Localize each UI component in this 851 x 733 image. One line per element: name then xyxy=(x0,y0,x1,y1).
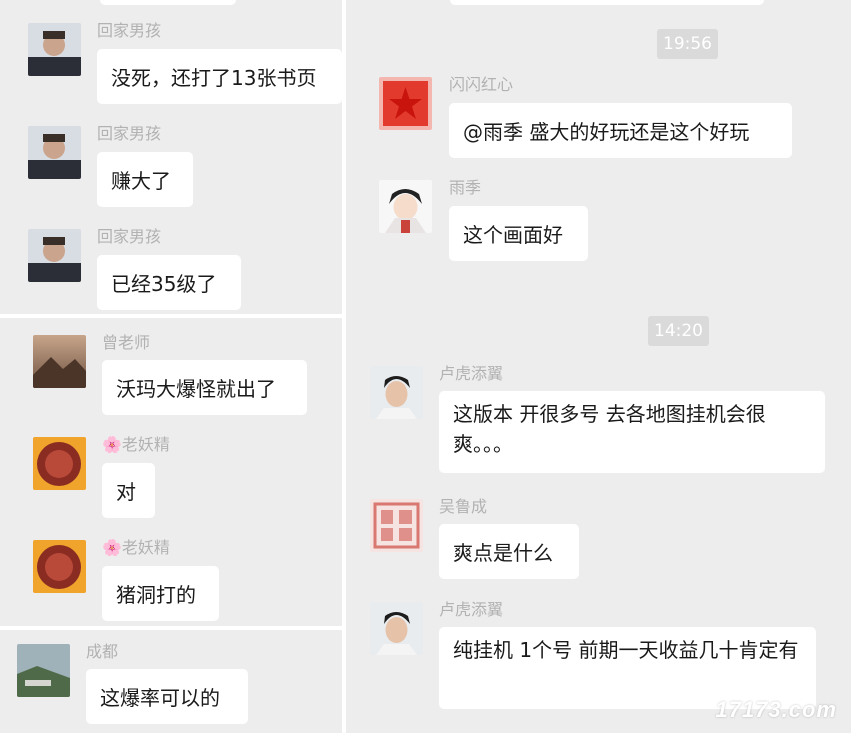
sender-name: 雨季 xyxy=(449,178,482,197)
sender-name: 回家男孩 xyxy=(97,227,162,246)
avatar-chengdu[interactable] xyxy=(17,644,70,697)
message-bubble[interactable]: 已经35级了 xyxy=(97,255,241,310)
sender-name: 曾老师 xyxy=(102,333,151,352)
avatar-huijianan[interactable] xyxy=(28,229,81,282)
avatar-laoyaojing[interactable] xyxy=(33,540,86,593)
chat-panel-right: 19:56 闪闪红心 @雨季 盛大的好玩还是这个好玩 雨季 这个画面好 14:2… xyxy=(346,0,851,733)
timestamp-chip: 19:56 xyxy=(657,29,718,59)
message-bubble[interactable]: 对 xyxy=(102,463,155,518)
message-bubble[interactable]: 爽点是什么 xyxy=(439,524,579,579)
chat-panel-left-middle: 曾老师 沃玛大爆怪就出了 🌸老妖精 对 🌸老妖精 猪洞打的 xyxy=(0,318,342,626)
message-bubble[interactable]: 猪洞打的 xyxy=(102,566,219,621)
message-bubble[interactable]: 这个画面好 xyxy=(449,206,588,261)
message-bubble[interactable]: @雨季 盛大的好玩还是这个好玩 xyxy=(449,103,792,158)
message-bubble[interactable]: 赚大了 xyxy=(97,152,193,207)
chat-panel-left-top: 回家男孩 没死，还打了13张书页 回家男孩 赚大了 回家男孩 已经35级了 xyxy=(0,0,342,314)
sender-name: 卢虎添翼 xyxy=(439,364,504,383)
sender-name: 回家男孩 xyxy=(97,21,162,40)
avatar-luhutianyi[interactable] xyxy=(370,366,423,419)
avatar-shanshanhongxin[interactable] xyxy=(379,77,432,130)
sender-name: 🌸老妖精 xyxy=(102,435,170,454)
avatar-laoyaojing[interactable] xyxy=(33,437,86,490)
avatar-yuji[interactable] xyxy=(379,180,432,233)
watermark-logo: 17173.com xyxy=(715,697,837,722)
message-bubble[interactable]: 这爆率可以的 xyxy=(86,669,248,724)
sender-name: 卢虎添翼 xyxy=(439,600,504,619)
sender-name: 成都 xyxy=(86,642,119,661)
sender-name: 闪闪红心 xyxy=(449,75,514,94)
message-bubble[interactable]: 沃玛大爆怪就出了 xyxy=(102,360,307,415)
message-bubble[interactable]: 这版本 开很多号 去各地图挂机会很爽。。。 xyxy=(439,391,825,473)
sender-name: 吴鲁成 xyxy=(439,497,488,516)
timestamp-chip: 14:20 xyxy=(648,316,709,346)
sender-name: 🌸老妖精 xyxy=(102,538,170,557)
previous-bubble-stub xyxy=(450,0,764,5)
sender-name: 回家男孩 xyxy=(97,124,162,143)
avatar-wuluncheng[interactable] xyxy=(370,499,423,552)
avatar-zenglaoshi[interactable] xyxy=(33,335,86,388)
avatar-huijianan[interactable] xyxy=(28,23,81,76)
avatar-huijianan[interactable] xyxy=(28,126,81,179)
message-bubble[interactable]: 没死，还打了13张书页 xyxy=(97,49,342,104)
previous-bubble-stub xyxy=(100,0,236,5)
chat-panel-left-bottom: 成都 这爆率可以的 xyxy=(0,630,342,733)
avatar-luhutianyi[interactable] xyxy=(370,602,423,655)
